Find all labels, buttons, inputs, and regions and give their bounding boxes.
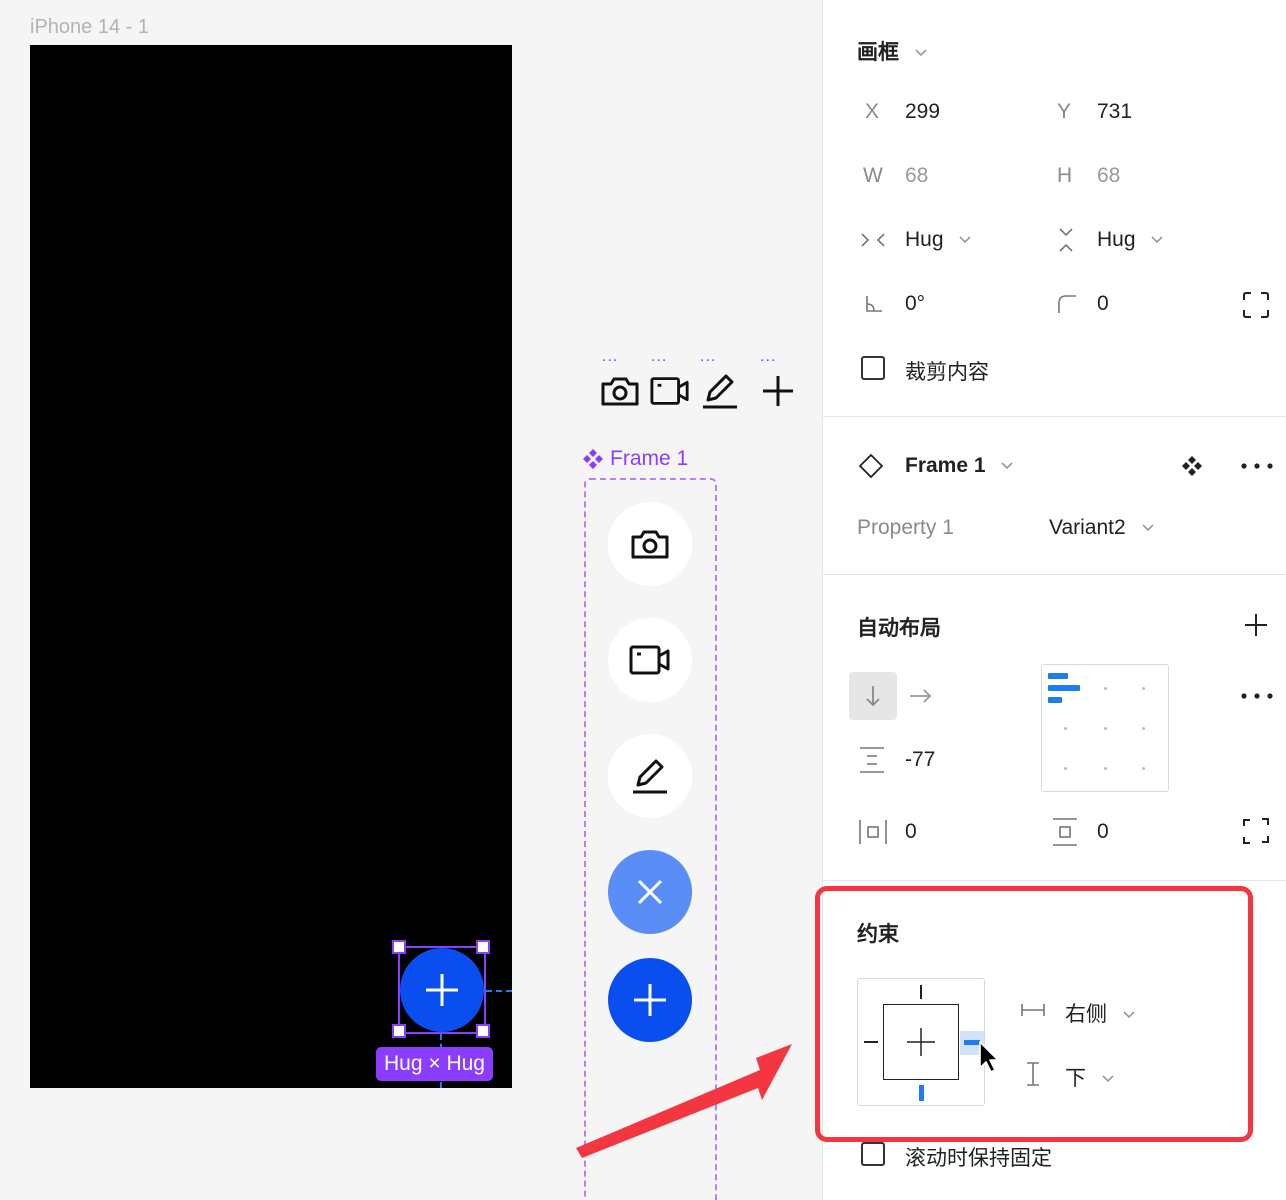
spacing-icon [860, 747, 884, 773]
video-camera-icon[interactable] [650, 372, 690, 410]
height-mode-dropdown[interactable]: Hug [1097, 228, 1163, 252]
clip-content-checkbox[interactable] [861, 356, 885, 380]
y-input[interactable]: 731 [1097, 100, 1132, 124]
align-bar [1048, 685, 1080, 691]
align-dot[interactable] [1104, 767, 1107, 770]
align-dot[interactable] [1142, 727, 1145, 730]
plus-icon[interactable] [758, 372, 798, 410]
section-divider [823, 416, 1286, 417]
auto-layout-settings-icon[interactable] [1241, 693, 1273, 699]
corner-radius-input[interactable]: 0 [1097, 292, 1109, 316]
w-label: W [863, 164, 883, 187]
frame-title[interactable]: iPhone 14 - 1 [30, 16, 149, 39]
property-label: Property 1 [857, 516, 954, 539]
independent-padding-icon[interactable] [1243, 818, 1269, 844]
resize-handle-bottom-right[interactable] [476, 1024, 490, 1038]
vertical-padding-icon [1053, 818, 1077, 846]
instance-dropdown[interactable]: Frame 1 [905, 454, 1013, 478]
rotation-input[interactable]: 0° [905, 292, 925, 316]
video-button[interactable] [608, 618, 692, 702]
width-mode-dropdown[interactable]: Hug [905, 228, 971, 252]
alignment-grid[interactable] [1041, 664, 1169, 792]
align-dot[interactable] [1064, 767, 1067, 770]
variant-dropdown[interactable]: Variant2 [1049, 516, 1154, 540]
variant-value: Variant2 [1049, 516, 1126, 539]
camera-button[interactable] [608, 502, 692, 586]
size-badge: Hug × Hug [376, 1047, 493, 1081]
highlight-annotation-box [815, 886, 1253, 1142]
selection-outline [398, 946, 486, 1034]
resize-handle-bottom-left[interactable] [392, 1024, 406, 1038]
fix-on-scroll-label: 滚动时保持固定 [905, 1147, 1052, 1170]
section-divider [823, 880, 1286, 881]
horizontal-padding-input[interactable]: 0 [905, 820, 917, 844]
auto-layout-title: 自动布局 [857, 617, 941, 640]
x-input[interactable]: 299 [905, 100, 940, 124]
h-label: H [1057, 164, 1073, 187]
component-set-name: Frame 1 [610, 447, 689, 470]
chevron-down-icon [1151, 236, 1163, 244]
variant-dots: ... [651, 348, 668, 365]
align-bar [1048, 697, 1062, 703]
instance-name: Frame 1 [905, 454, 986, 477]
close-button[interactable] [608, 850, 692, 934]
arrow-down-icon [866, 686, 880, 707]
frame-section-title: 画框 [857, 41, 899, 64]
pencil-icon [633, 759, 667, 794]
variant-dots: ... [700, 348, 717, 365]
gap-input[interactable]: -77 [905, 748, 935, 772]
vertical-padding-input[interactable]: 0 [1097, 820, 1109, 844]
instance-icon [859, 454, 883, 478]
variant-dots: ... [760, 348, 777, 365]
component-set-icon [583, 449, 603, 469]
go-to-main-component-icon[interactable] [1181, 455, 1203, 477]
horizontal-resizing-icon [861, 233, 885, 247]
arrow-right-icon[interactable] [909, 688, 933, 704]
video-camera-icon [629, 645, 670, 675]
camera-icon[interactable] [600, 372, 640, 410]
chevron-down-icon [959, 236, 971, 244]
x-label: X [865, 100, 880, 123]
height-mode-value: Hug [1097, 228, 1136, 251]
align-bar [1048, 673, 1068, 679]
edit-button[interactable] [608, 734, 692, 818]
clip-content-label: 裁剪内容 [905, 361, 989, 384]
rotation-icon [866, 296, 882, 312]
section-divider [823, 574, 1286, 575]
iphone-frame[interactable] [30, 45, 512, 1088]
plus-icon [634, 984, 666, 1016]
camera-icon [631, 530, 669, 559]
width-mode-value: Hug [905, 228, 944, 251]
y-label: Y [1057, 100, 1072, 123]
independent-corners-icon[interactable] [1243, 292, 1269, 318]
more-options-icon[interactable] [1241, 463, 1273, 469]
resize-handle-top-right[interactable] [476, 940, 490, 954]
w-input[interactable]: 68 [905, 164, 928, 188]
align-dot[interactable] [1104, 687, 1107, 690]
component-set-label[interactable]: Frame 1 [582, 447, 688, 471]
chevron-down-icon [1001, 462, 1013, 470]
frame-section-dropdown[interactable]: 画框 [857, 36, 927, 66]
horizontal-padding-icon [859, 820, 887, 844]
align-dot[interactable] [1104, 727, 1107, 730]
spacing-guide-right [486, 990, 512, 992]
vertical-resizing-icon [1059, 228, 1073, 252]
corner-radius-icon [1058, 295, 1076, 313]
pencil-icon[interactable] [700, 372, 740, 410]
align-dot[interactable] [1064, 727, 1067, 730]
align-dot[interactable] [1142, 767, 1145, 770]
close-icon [637, 879, 663, 905]
variant-dots: ... [602, 348, 619, 365]
chevron-down-icon [915, 49, 927, 57]
design-canvas[interactable]: iPhone 14 - 1 Hug × Hug ... ... ... ... … [0, 0, 822, 1200]
h-input[interactable]: 68 [1097, 164, 1120, 188]
fix-on-scroll-checkbox[interactable] [861, 1142, 885, 1166]
align-dot[interactable] [1142, 687, 1145, 690]
direction-vertical-button[interactable] [849, 672, 897, 720]
plus-icon[interactable] [1243, 612, 1269, 638]
annotation-arrow [576, 1044, 792, 1158]
resize-handle-top-left[interactable] [392, 940, 406, 954]
chevron-down-icon [1141, 524, 1154, 532]
